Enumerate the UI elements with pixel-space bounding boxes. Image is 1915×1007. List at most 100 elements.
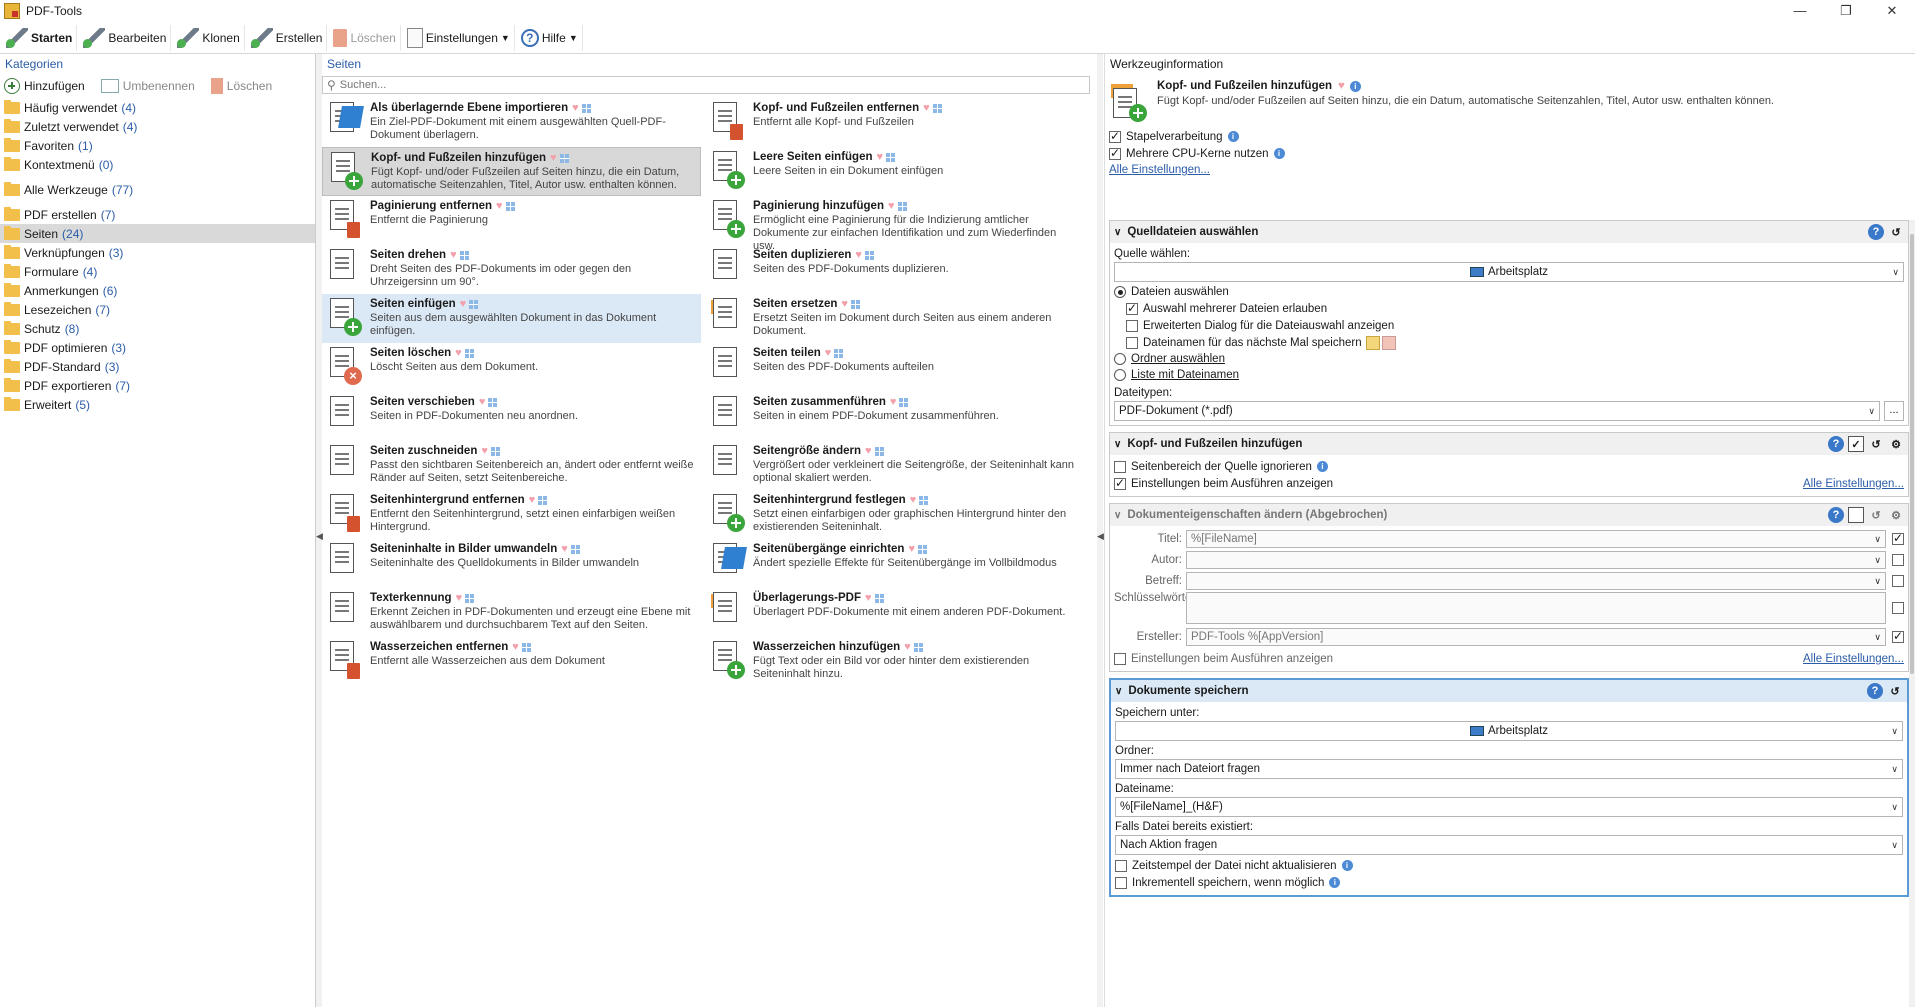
exists-select[interactable]: Nach Aktion fragen ∨ xyxy=(1115,835,1903,855)
incremental-checkbox[interactable]: Inkrementell speichern, wenn möglich i xyxy=(1115,874,1903,891)
hf-show-settings-checkbox[interactable]: Einstellungen beim Ausführen anzeigen All… xyxy=(1114,475,1904,492)
minimize-icon[interactable]: — xyxy=(1777,0,1823,22)
info-icon[interactable]: i xyxy=(1349,80,1361,92)
tool-item[interactable]: Seiten zusammenführen ♥ Seiten in einem PD… xyxy=(705,392,1084,441)
tool-item[interactable]: Wasserzeichen entfernen ♥ Entfernt alle Wa… xyxy=(322,637,701,686)
favorite-heart-icon[interactable]: ♥ xyxy=(923,102,930,114)
prop-title-checkbox[interactable] xyxy=(1892,531,1904,545)
checkbox[interactable] xyxy=(1109,146,1121,160)
favorite-heart-icon[interactable]: ♥ xyxy=(455,347,462,359)
checkbox[interactable] xyxy=(1114,652,1126,665)
clear-icon[interactable] xyxy=(1381,335,1396,350)
enable-checkbox[interactable]: ✓ xyxy=(1848,436,1864,452)
filetypes-browse-button[interactable]: ... xyxy=(1884,401,1904,421)
reset-icon[interactable]: ↺ xyxy=(1887,683,1903,699)
gear-icon[interactable]: ⚙ xyxy=(1888,507,1904,523)
info-scrollbar[interactable] xyxy=(1909,220,1915,1007)
create-button[interactable]: Erstellen xyxy=(247,24,328,51)
save-under-select[interactable]: Arbeitsplatz ∨ xyxy=(1115,721,1903,741)
category-item[interactable]: PDF-Standard (3) xyxy=(0,357,315,376)
favorite-heart-icon[interactable]: ♥ xyxy=(888,200,895,212)
category-item[interactable]: PDF erstellen (7) xyxy=(0,205,315,224)
help-icon[interactable]: ? xyxy=(1828,507,1844,523)
tool-item[interactable]: Seitenhintergrund festlegen ♥ Setzt einen … xyxy=(705,490,1084,539)
maximize-icon[interactable]: ❐ xyxy=(1823,0,1869,22)
start-button[interactable]: Starten xyxy=(2,24,78,51)
tool-item[interactable]: Seitengröße ändern ♥ Vergrößert oder verkl… xyxy=(705,441,1084,490)
filetypes-select[interactable]: PDF-Dokument (*.pdf) ∨ xyxy=(1114,401,1880,421)
help-icon[interactable]: ? xyxy=(1868,224,1884,240)
favorite-heart-icon[interactable]: ♥ xyxy=(512,641,519,653)
delete-button[interactable]: Löschen xyxy=(329,24,401,51)
favorite-heart-icon[interactable]: ♥ xyxy=(481,445,488,457)
hf-all-settings-link[interactable]: Alle Einstellungen... xyxy=(1803,478,1904,490)
reset-icon[interactable]: ↺ xyxy=(1868,436,1884,452)
favorite-heart-icon[interactable]: ♥ xyxy=(855,249,862,261)
search-box[interactable]: ⚲ xyxy=(322,76,1090,94)
reset-icon[interactable]: ↺ xyxy=(1888,224,1904,240)
category-item[interactable]: Formulare (4) xyxy=(0,262,315,281)
edit-icon[interactable] xyxy=(1365,335,1380,350)
radio[interactable] xyxy=(1114,369,1126,381)
checkbox[interactable] xyxy=(1114,460,1126,473)
category-item[interactable]: Kontextmenü (0) xyxy=(0,155,315,174)
chevron-down-icon[interactable]: ∨ xyxy=(1114,439,1121,450)
radio-folder[interactable]: Ordner auswählen xyxy=(1114,351,1904,367)
props-all-settings-link[interactable]: Alle Einstellungen... xyxy=(1803,653,1904,665)
category-item[interactable]: PDF optimieren (3) xyxy=(0,338,315,357)
filename-field[interactable]: %[FileName]_(H&F) ∨ xyxy=(1115,797,1903,817)
favorite-heart-icon[interactable]: ♥ xyxy=(529,494,536,506)
tool-item[interactable]: Paginierung hinzufügen ♥ Ermöglicht eine P… xyxy=(705,196,1084,252)
category-item[interactable]: Alle Werkzeuge (77) xyxy=(0,180,315,199)
ignore-range-checkbox[interactable]: Seitenbereich der Quelle ignorieren i xyxy=(1114,458,1904,475)
tool-item[interactable]: Texterkennung ♥ Erkennt Zeichen in PDF-Dok… xyxy=(322,588,701,637)
tool-item[interactable]: Kopf- und Fußzeilen hinzufügen ♥ Fügt Kopf… xyxy=(322,147,701,196)
checkbox[interactable] xyxy=(1126,336,1138,349)
checkbox[interactable] xyxy=(1114,476,1126,490)
info-icon[interactable]: i xyxy=(1329,877,1341,888)
tool-item[interactable]: Seitenhintergrund entfernen ♥ Entfernt den… xyxy=(322,490,701,539)
reset-icon[interactable]: ↺ xyxy=(1868,507,1884,523)
checkbox[interactable] xyxy=(1109,129,1121,143)
favorite-heart-icon[interactable]: ♥ xyxy=(450,249,457,261)
tool-item[interactable]: × Seiten löschen ♥ Löscht Seiten aus dem Do… xyxy=(322,343,701,392)
gear-icon[interactable]: ⚙ xyxy=(1888,436,1904,452)
add-category-button[interactable]: Hinzufügen xyxy=(4,78,85,94)
prop-author-checkbox[interactable] xyxy=(1892,554,1904,566)
section-hf-header[interactable]: ∨ Kopf- und Fußzeilen hinzufügen? ✓ ↺ ⚙ xyxy=(1110,433,1908,455)
category-item[interactable]: PDF exportieren (7) xyxy=(0,376,315,395)
tool-item[interactable]: Seiten einfügen ♥ Seiten aus dem ausgewähl… xyxy=(322,294,701,343)
info-icon[interactable]: i xyxy=(1316,461,1328,472)
tool-item[interactable]: Seiteninhalte in Bilder umwandeln ♥ Seiten… xyxy=(322,539,701,588)
favorite-heart-icon[interactable]: ♥ xyxy=(550,152,557,164)
favorite-heart-icon[interactable]: ♥ xyxy=(456,592,463,604)
delete-category-button[interactable]: Löschen xyxy=(210,78,272,94)
no-timestamp-checkbox[interactable]: Zeitstempel der Datei nicht aktualisiere… xyxy=(1115,857,1903,874)
tool-item[interactable]: Kopf- und Fußzeilen entfernen ♥ Entfernt a… xyxy=(705,98,1084,147)
scrollbar-thumb[interactable] xyxy=(1910,234,1914,674)
folder-select[interactable]: Immer nach Dateiort fragen ∨ xyxy=(1115,759,1903,779)
section-source-header[interactable]: ∨ Quelldateien auswählen? ↺ xyxy=(1110,221,1908,243)
tool-item[interactable]: Seiten zuschneiden ♥ Passt den sichtbaren … xyxy=(322,441,701,490)
prop-author-field[interactable]: ∨ xyxy=(1186,551,1886,569)
tool-item[interactable]: Paginierung entfernen ♥ Entfernt die Pagin… xyxy=(322,196,701,245)
favorite-heart-icon[interactable]: ♥ xyxy=(561,543,568,555)
tool-item[interactable]: Seiten drehen ♥ Dreht Seiten des PDF-Dokum… xyxy=(322,245,701,294)
radio[interactable] xyxy=(1114,286,1126,298)
category-item[interactable]: Erweitert (5) xyxy=(0,395,315,414)
info-icon[interactable]: i xyxy=(1341,860,1353,871)
favorite-heart-icon[interactable]: ♥ xyxy=(865,592,872,604)
prop-title-field[interactable]: %[FileName] ∨ xyxy=(1186,530,1886,548)
ext-dialog-checkbox[interactable]: Erweiterten Dialog für die Dateiauswahl … xyxy=(1114,317,1904,334)
save-names-checkbox[interactable]: Dateinamen für das nächste Mal speichern xyxy=(1114,334,1904,351)
clone-button[interactable]: Klonen xyxy=(173,24,245,51)
category-item[interactable]: Lesezeichen (7) xyxy=(0,300,315,319)
search-input[interactable] xyxy=(339,79,1026,91)
category-item[interactable]: Favoriten (1) xyxy=(0,136,315,155)
favorite-heart-icon[interactable]: ♥ xyxy=(479,396,486,408)
close-icon[interactable]: ✕ xyxy=(1869,0,1915,22)
radio[interactable] xyxy=(1114,353,1126,365)
checkbox[interactable] xyxy=(1126,319,1138,332)
tool-item[interactable]: Seitenübergänge einrichten ♥ Ändert spezie… xyxy=(705,539,1084,588)
favorite-heart-icon[interactable]: ♥ xyxy=(877,151,884,163)
